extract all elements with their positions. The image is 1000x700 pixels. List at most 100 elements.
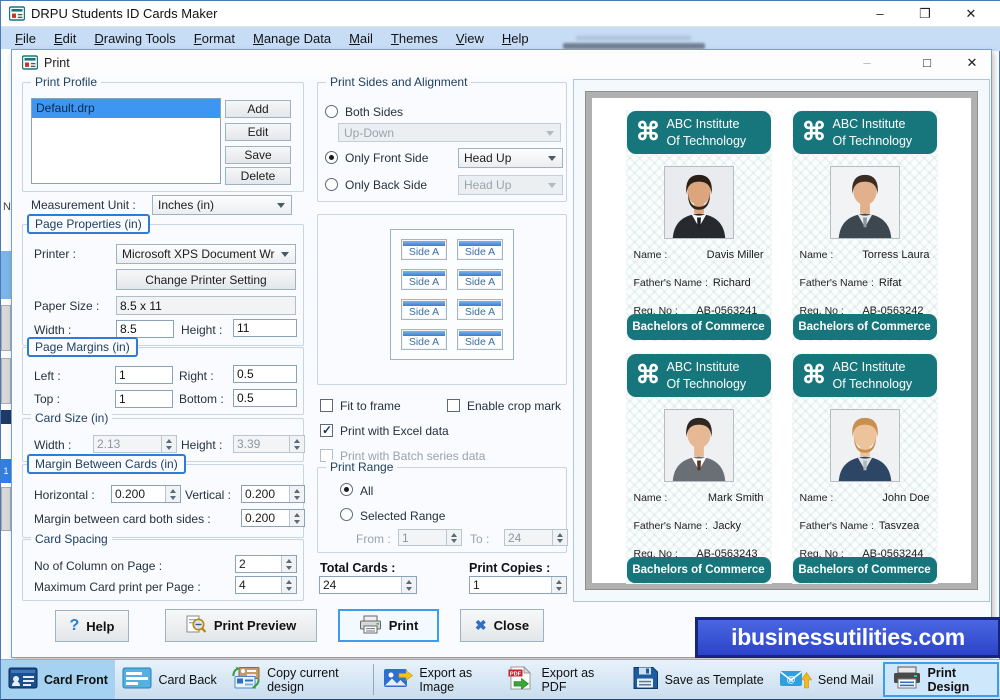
margin-right-field[interactable]: 0.5 bbox=[233, 365, 297, 383]
student-photo bbox=[830, 166, 900, 239]
menu-themes[interactable]: Themes bbox=[382, 27, 447, 51]
range-to-spinner: 24 bbox=[504, 529, 568, 546]
range-all-label[interactable]: All bbox=[360, 484, 373, 498]
back-side-radio-label[interactable]: Only Back Side bbox=[345, 178, 427, 192]
menu-mail[interactable]: Mail bbox=[340, 27, 382, 51]
fit-to-frame-label[interactable]: Fit to frame bbox=[340, 399, 401, 413]
excel-data-label[interactable]: Print with Excel data bbox=[340, 424, 449, 438]
margin-between-cards-label: Margin Between Cards (in) bbox=[27, 454, 186, 474]
help-button[interactable]: ? Help bbox=[55, 610, 129, 642]
max-cards-per-page-label: Maximum Card print per Page : bbox=[34, 580, 201, 594]
name-value: Torress Laura bbox=[862, 249, 929, 264]
delete-profile-button[interactable]: Delete bbox=[225, 167, 291, 185]
fit-to-frame-checkbox[interactable] bbox=[320, 399, 333, 412]
horizontal-margin-spinner[interactable]: 0.200 bbox=[111, 485, 181, 503]
toolbar-card-back-label: Card Back bbox=[158, 673, 216, 687]
print-button[interactable]: Print bbox=[338, 609, 439, 642]
print-preview-button-label: Print Preview bbox=[214, 618, 296, 633]
org-line2: Of Technology bbox=[833, 134, 913, 148]
print-sides-label: Print Sides and Alignment bbox=[326, 75, 471, 89]
crop-mark-checkbox[interactable] bbox=[447, 399, 460, 412]
toolbar-card-front[interactable]: Card Front bbox=[1, 660, 115, 699]
crop-mark-label[interactable]: Enable crop mark bbox=[467, 399, 561, 413]
total-cards-spinner[interactable]: 24 bbox=[319, 576, 417, 594]
menu-help[interactable]: Help bbox=[493, 27, 538, 51]
app-minimize-button[interactable]: – bbox=[859, 1, 901, 27]
bottom-toolbar: Card Front Card Back Copy current design… bbox=[1, 659, 1000, 700]
menu-format[interactable]: Format bbox=[185, 27, 244, 51]
back-side-radio[interactable] bbox=[325, 178, 338, 191]
toolbar-copy-design[interactable]: Copy current design bbox=[224, 660, 371, 699]
change-printer-setting-button[interactable]: Change Printer Setting bbox=[116, 269, 296, 290]
close-button[interactable]: ✖ Close bbox=[460, 609, 544, 642]
page-width-field[interactable]: 8.5 bbox=[116, 320, 174, 338]
front-side-radio[interactable] bbox=[325, 151, 338, 164]
columns-on-page-spinner[interactable]: 2 bbox=[235, 555, 297, 573]
student-photo bbox=[664, 409, 734, 482]
both-sides-radio[interactable] bbox=[325, 105, 338, 118]
id-card: ⌘ ABC InstituteOf Technology Name :Mark … bbox=[626, 353, 772, 584]
menu-edit[interactable]: Edit bbox=[45, 27, 85, 51]
menu-manage-data[interactable]: Manage Data bbox=[244, 27, 340, 51]
menu-drawing-tools[interactable]: Drawing Tools bbox=[85, 27, 184, 51]
front-side-alignment-select[interactable]: Head Up bbox=[458, 148, 563, 168]
toolbar-send-mail[interactable]: @ Send Mail bbox=[772, 660, 881, 699]
toolbar-card-back[interactable]: Card Back bbox=[115, 660, 224, 699]
dialog-close-button[interactable]: ✕ bbox=[950, 50, 994, 76]
institute-logo-icon: ⌘ bbox=[636, 363, 661, 388]
dialog-maximize-button[interactable]: □ bbox=[905, 50, 949, 76]
card-size-label: Card Size (in) bbox=[31, 411, 112, 425]
save-profile-button[interactable]: Save bbox=[225, 146, 291, 164]
horizontal-margin-label: Horizontal : bbox=[34, 488, 95, 502]
both-sides-margin-label: Margin between card both sides : bbox=[34, 512, 211, 526]
print-preview-panel: ⌘ ABC InstituteOf Technology Name :Davis… bbox=[573, 79, 990, 602]
max-cards-per-page-spinner[interactable]: 4 bbox=[235, 576, 297, 594]
app-close-button[interactable]: ✕ bbox=[949, 1, 993, 27]
selected-range-radio[interactable] bbox=[340, 508, 353, 521]
print-copies-spinner[interactable]: 1 bbox=[469, 576, 567, 594]
copy-design-icon bbox=[231, 666, 261, 693]
margin-top-field[interactable]: 1 bbox=[115, 390, 173, 408]
card-spacing-group: Card Spacing No of Column on Page : 2 Ma… bbox=[22, 539, 304, 601]
print-button-label: Print bbox=[389, 618, 419, 633]
vertical-margin-label: Vertical : bbox=[185, 488, 231, 502]
range-from-spinner: 1 bbox=[398, 529, 462, 546]
close-x-icon: ✖ bbox=[475, 617, 487, 634]
margin-right-label: Right : bbox=[179, 369, 214, 383]
profile-listbox[interactable]: Default.drp bbox=[31, 98, 221, 184]
menu-file[interactable]: File bbox=[6, 27, 45, 51]
margin-bottom-field[interactable]: 0.5 bbox=[233, 389, 297, 407]
both-sides-radio-label[interactable]: Both Sides bbox=[345, 105, 403, 119]
printer-select[interactable]: Microsoft XPS Document Wr bbox=[116, 244, 296, 264]
menu-view[interactable]: View bbox=[447, 27, 493, 51]
org-line2: Of Technology bbox=[667, 134, 747, 148]
id-card-header: ⌘ ABC InstituteOf Technology bbox=[793, 111, 937, 154]
app-restore-button[interactable]: ❐ bbox=[904, 1, 946, 27]
page-height-field[interactable]: 11 bbox=[233, 319, 297, 337]
toolbar-print-design[interactable]: Print Design bbox=[883, 662, 1000, 697]
selected-range-label[interactable]: Selected Range bbox=[360, 509, 445, 523]
range-all-radio[interactable] bbox=[340, 483, 353, 496]
printer-value: Microsoft XPS Document Wr bbox=[122, 247, 274, 261]
add-profile-button[interactable]: Add bbox=[225, 100, 291, 118]
toolbar-copy-design-label: Copy current design bbox=[267, 666, 367, 694]
margin-left-field[interactable]: 1 bbox=[115, 366, 173, 384]
excel-data-checkbox[interactable] bbox=[320, 424, 333, 437]
vertical-margin-spinner[interactable]: 0.200 bbox=[241, 485, 305, 503]
edit-profile-button[interactable]: Edit bbox=[225, 123, 291, 141]
id-card-footer: Bachelors of Commerce bbox=[627, 314, 771, 340]
id-card: ⌘ ABC InstituteOf Technology Name :Davis… bbox=[626, 110, 772, 341]
side-a-cell: Side A bbox=[457, 239, 503, 260]
card-height-spinner: 3.39 bbox=[233, 435, 305, 453]
toolbar-save-template[interactable]: Save as Template bbox=[625, 660, 772, 699]
both-sides-margin-spinner[interactable]: 0.200 bbox=[241, 509, 305, 527]
print-preview-button[interactable]: Print Preview bbox=[165, 609, 317, 642]
front-side-radio-label[interactable]: Only Front Side bbox=[345, 151, 428, 165]
profile-list-item[interactable]: Default.drp bbox=[32, 99, 220, 118]
print-icon bbox=[359, 615, 382, 637]
toolbar-export-pdf[interactable]: PDF Export as PDF bbox=[500, 660, 624, 699]
id-card: ⌘ ABC InstituteOf Technology Name :John … bbox=[792, 353, 938, 584]
measurement-unit-select[interactable]: Inches (in) bbox=[152, 195, 292, 215]
toolbar-export-image[interactable]: Export as Image bbox=[376, 660, 500, 699]
institute-logo-icon: ⌘ bbox=[802, 363, 827, 388]
